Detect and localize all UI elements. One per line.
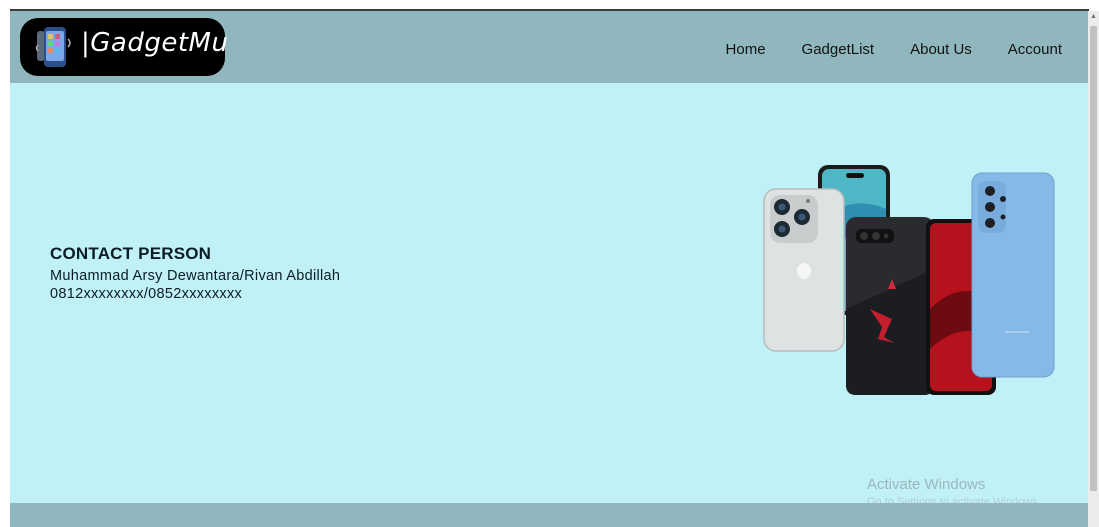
watermark-title: Activate Windows <box>867 476 986 493</box>
contact-phones: 0812xxxxxxxx/0852xxxxxxxx <box>50 286 243 302</box>
navbar: |GadgetMu Home GadgetList About Us Accou… <box>10 11 1088 83</box>
scrollbar[interactable]: ▲ <box>1088 11 1099 527</box>
nav-menu: Home GadgetList About Us Account <box>726 41 1062 58</box>
nav-about-us[interactable]: About Us <box>910 41 972 58</box>
nav-account[interactable]: Account <box>1008 41 1062 58</box>
smartphones-hero-image <box>763 165 1055 395</box>
footer <box>10 503 1088 527</box>
contact-title: CONTACT PERSON <box>50 244 212 263</box>
brand-logo[interactable]: |GadgetMu <box>20 18 229 76</box>
nav-gadgetlist[interactable]: GadgetList <box>802 41 875 58</box>
scroll-up-arrow-icon[interactable]: ▲ <box>1088 11 1099 23</box>
contact-names: Muhammad Arsy Dewantara/Rivan Abdillah <box>50 268 341 284</box>
page: |GadgetMu Home GadgetList About Us Accou… <box>10 11 1088 527</box>
contact-section: CONTACT PERSON Muhammad Arsy Dewantara/R… <box>50 244 340 303</box>
phone-icon <box>35 27 71 67</box>
nav-home[interactable]: Home <box>726 41 766 58</box>
scrollbar-thumb[interactable] <box>1090 26 1097 491</box>
brand-name: |GadgetMu <box>81 28 229 58</box>
window-top-edge <box>0 0 1099 11</box>
